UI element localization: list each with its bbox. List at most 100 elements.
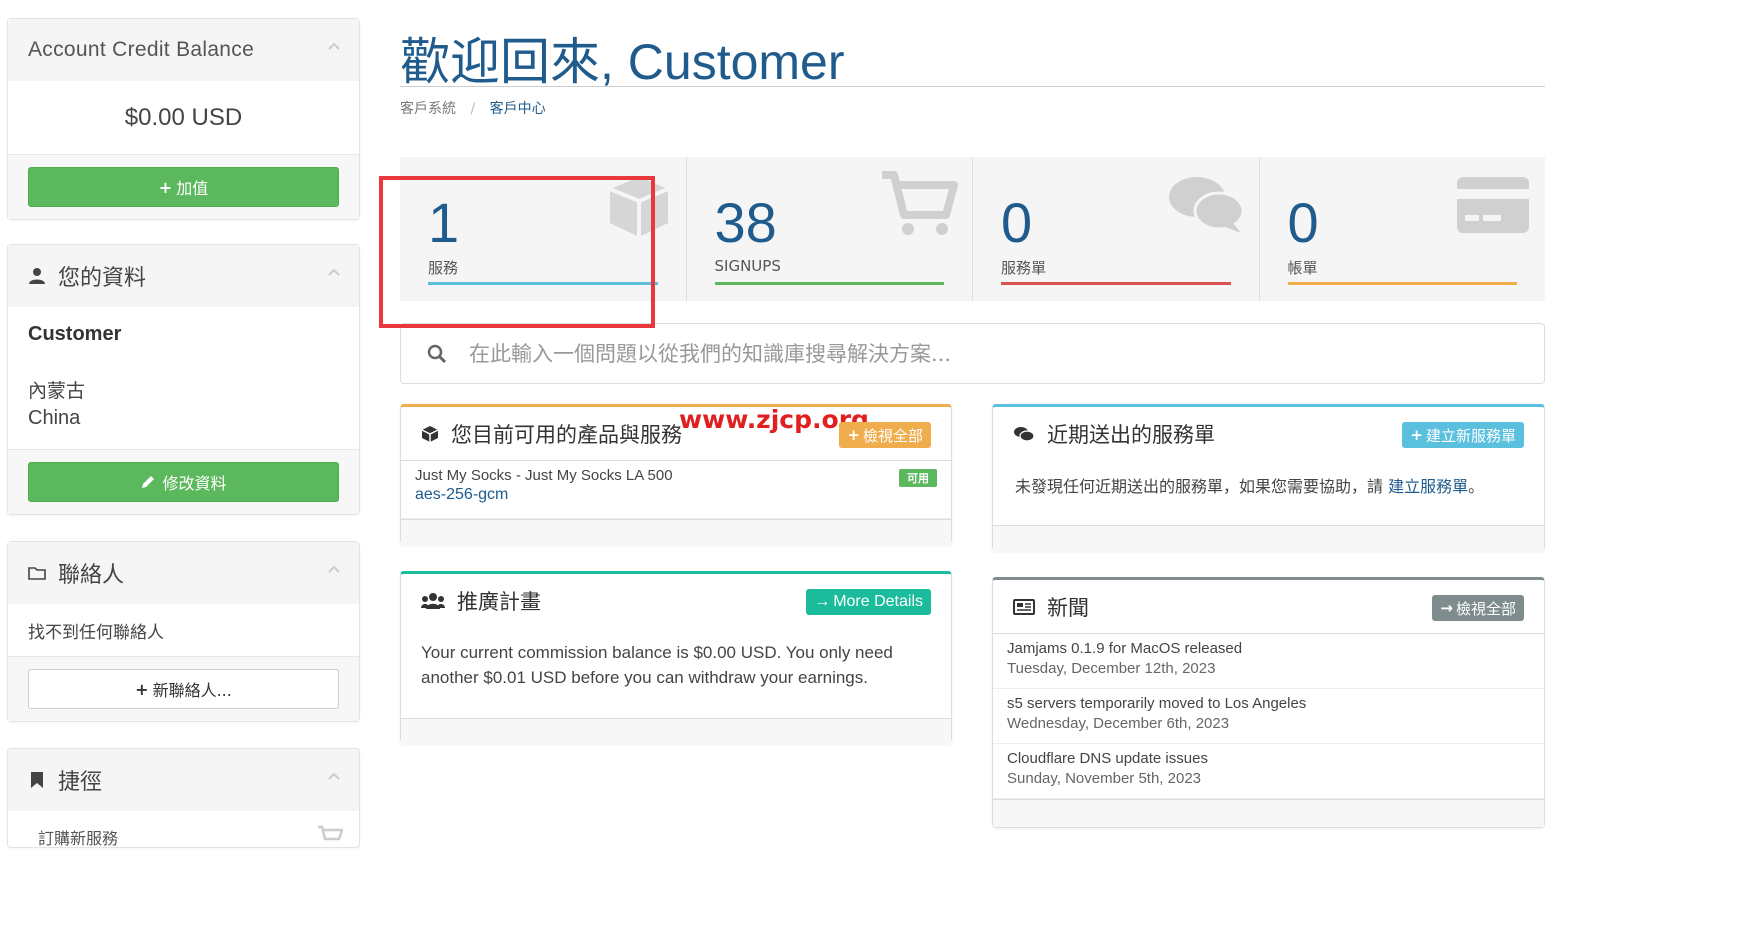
profile-country: China [28,407,81,429]
view-all-services-button[interactable]: + 檢視全部 [839,422,931,448]
news-item-date: Sunday, November 5th, 2023 [1007,770,1202,787]
tickets-empty-text: 未發現任何近期送出的服務單，如果您需要協助，請 [1015,477,1389,496]
open-new-ticket-button[interactable]: + 建立新服務單 [1402,422,1524,448]
affiliate-body: Your current commission balance is $0.00… [401,628,951,718]
more-details-label: More Details [833,593,923,610]
service-name: Just My Socks - Just My Socks LA 500 [415,467,673,484]
arrow-right-icon: → [814,593,831,610]
credit-balance-panel: Account Credit Balance $0.00 USD + 加值 [7,18,360,220]
breadcrumb-separator: / [470,101,476,117]
tile-invoices-label: 帳單 [1287,259,1318,277]
breadcrumb-home[interactable]: 客戶系統 [400,101,456,117]
page-title: 歡迎回來, Customer [400,22,845,94]
service-item[interactable]: Just My Socks - Just My Socks LA 500 aes… [401,461,951,519]
new-contact-label: 新聯絡人... [152,681,232,700]
affiliate-text: Your current commission balance is $0.00… [421,643,893,687]
news-item-date: Tuesday, December 12th, 2023 [1007,660,1216,677]
comments-icon [1168,177,1244,233]
status-badge: 可用 [899,469,937,487]
recent-tickets-header: 近期送出的服務單 + 建立新服務單 [993,407,1544,461]
view-all-news-button[interactable]: → 檢視全部 [1432,595,1524,621]
tile-invoices-bar [1287,282,1517,285]
credit-panel-body: $0.00 USD [8,81,359,154]
sidebar: Account Credit Balance $0.00 USD + 加值 您的… [7,18,360,874]
credit-card-icon [1457,177,1529,233]
add-funds-button[interactable]: + 加值 [28,167,339,207]
chevron-up-icon[interactable] [327,265,341,279]
tile-invoices[interactable]: 0 帳單 [1259,157,1545,301]
tile-signups[interactable]: 38 SIGNUPS [686,157,973,301]
create-ticket-link[interactable]: 建立服務單 [1388,477,1468,496]
news-item[interactable]: s5 servers temporarily moved to Los Ange… [993,689,1544,744]
news-item[interactable]: Jamjams 0.1.9 for MacOS released Tuesday… [993,634,1544,689]
profile-panel-body: Customer 內蒙古 China [8,307,359,449]
recent-tickets-title: 近期送出的服務單 [1047,423,1215,447]
credit-amount: $0.00 USD [124,103,243,131]
page-title-name: , Customer [600,34,845,90]
plus-icon: + [158,177,173,197]
more-details-button[interactable]: → More Details [806,589,931,615]
tile-tickets-label: 服務單 [1001,259,1047,277]
users-icon [421,593,445,609]
view-all-services-label: 檢視全部 [862,426,923,445]
plus-icon: + [1410,426,1423,444]
active-services-title: 您目前可用的產品與服務 [451,422,682,447]
tile-tickets[interactable]: 0 服務單 [973,157,1260,301]
open-new-ticket-label: 建立新服務單 [1425,426,1516,445]
breadcrumb-current: 客戶中心 [489,101,546,117]
affiliate-card: 推廣計畫 → More Details Your current commiss… [400,571,952,746]
profile-panel: 您的資料 Customer 內蒙古 China 修改資料 [7,244,360,515]
affiliate-header: 推廣計畫 → More Details [401,574,951,628]
news-item[interactable]: Cloudflare DNS update issues Sunday, Nov… [993,744,1544,799]
news-item-title: s5 servers temporarily moved to Los Ange… [1007,695,1307,712]
credit-panel-title: Account Credit Balance [28,38,255,61]
active-services-header: 您目前可用的產品與服務 www.zjcp.org + 檢視全部 [401,405,951,461]
contacts-panel-footer: + 新聯絡人... [8,656,359,721]
chevron-up-icon[interactable] [327,39,341,53]
news-item-title: Cloudflare DNS update issues [1007,750,1208,767]
profile-panel-header[interactable]: 您的資料 [8,245,359,307]
tile-tickets-bar [1001,282,1231,285]
service-detail[interactable]: aes-256-gcm [415,486,937,504]
tile-invoices-value: 0 [1287,191,1319,254]
newspaper-icon [1013,598,1035,615]
search-input[interactable] [469,341,1369,366]
profile-panel-footer: 修改資料 [8,449,359,514]
tickets-empty-suffix: 。 [1468,477,1485,496]
new-contact-button[interactable]: + 新聯絡人... [28,669,339,709]
credit-panel-header[interactable]: Account Credit Balance [8,19,359,81]
bookmark-icon [31,772,43,788]
contacts-panel-header[interactable]: 聯絡人 [8,542,359,604]
profile-name: Customer [28,323,122,345]
active-services-card: 您目前可用的產品與服務 www.zjcp.org + 檢視全部 Just My … [400,404,952,547]
breadcrumb: 客戶系統 / 客戶中心 [400,98,546,118]
news-footer [993,799,1544,827]
add-funds-label: 加值 [176,179,209,198]
recent-tickets-footer [993,525,1544,553]
comments-icon [1014,427,1035,442]
folder-icon [28,567,46,580]
contacts-panel: 聯絡人 找不到任何聯絡人 + 新聯絡人... [7,541,360,722]
shortcuts-panel-header[interactable]: 捷徑 [8,749,359,811]
highlight-box [379,176,655,328]
chevron-up-icon[interactable] [327,562,341,576]
edit-profile-label: 修改資料 [162,474,227,493]
tile-signups-bar [714,282,944,285]
profile-panel-title: 您的資料 [58,266,147,291]
page-title-greeting: 歡迎回來 [400,33,600,91]
contacts-empty-text: 找不到任何聯絡人 [28,623,164,643]
cart-icon [318,825,343,841]
shortcuts-panel: 捷徑 訂購新服務 [7,748,360,848]
news-item-date: Wednesday, December 6th, 2023 [1007,715,1230,732]
plus-icon: + [847,426,860,444]
tile-signups-label: SIGNUPS [714,257,781,275]
chevron-up-icon[interactable] [327,769,341,783]
affiliate-title: 推廣計畫 [457,590,541,614]
edit-profile-button[interactable]: 修改資料 [28,462,339,502]
user-icon [29,268,45,284]
plus-icon: + [135,679,149,699]
shortcut-order-new-service[interactable]: 訂購新服務 [8,811,359,847]
pencil-icon [142,476,155,488]
credit-panel-footer: + 加值 [8,154,359,219]
cube-icon [421,425,439,442]
